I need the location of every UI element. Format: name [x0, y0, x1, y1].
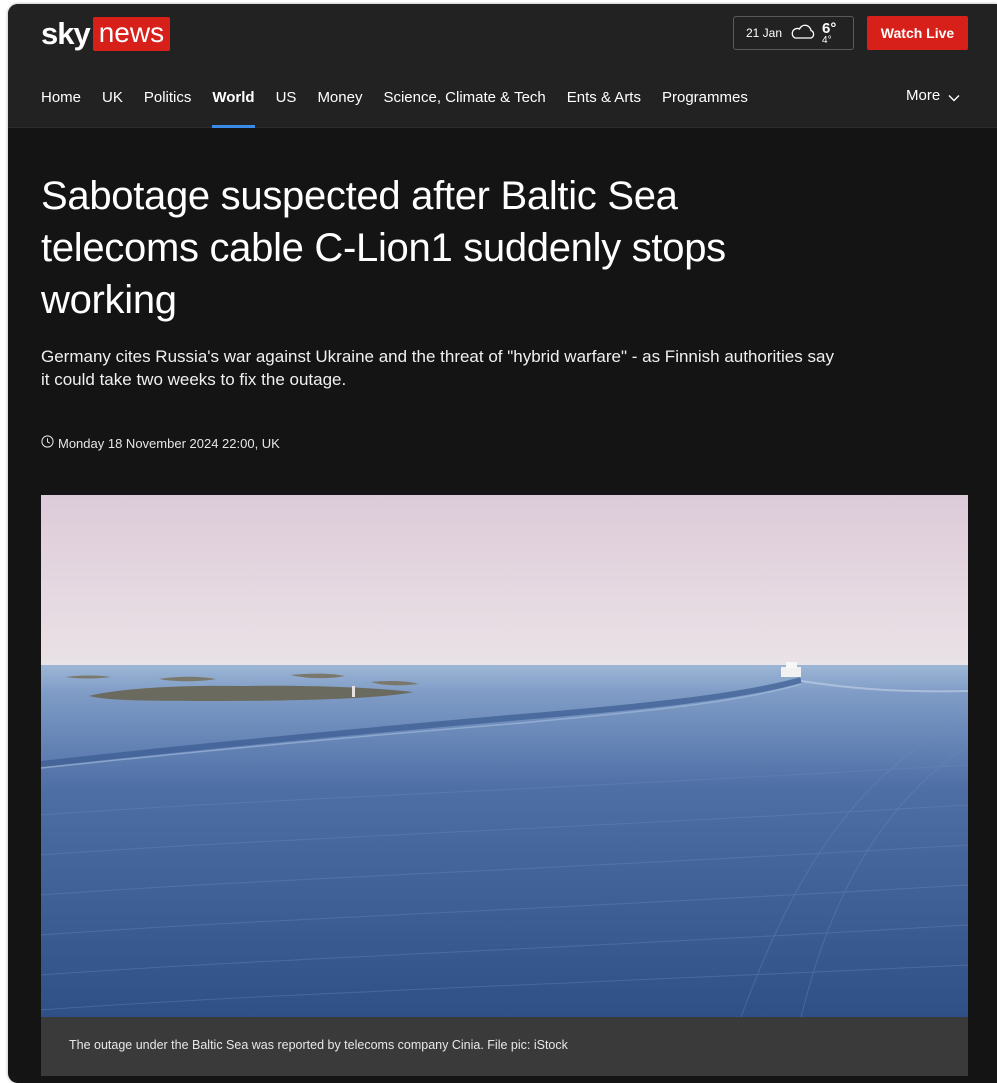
weather-date: 21 Jan — [746, 26, 783, 40]
cloud-icon — [790, 24, 816, 45]
weather-temps: 6° 4° — [822, 21, 836, 46]
watch-live-button[interactable]: Watch Live — [867, 16, 968, 50]
nav-item-ents-arts[interactable]: Ents & Arts — [567, 64, 641, 128]
weather-low: 4° — [822, 34, 832, 46]
chevron-down-icon — [948, 64, 960, 132]
article-headline: Sabotage suspected after Baltic Sea tele… — [41, 174, 726, 322]
weather-widget[interactable]: 21 Jan 6° 4° — [733, 16, 854, 50]
nav-item-world[interactable]: World — [212, 64, 255, 128]
main-nav: Home UK Politics World US Money Science,… — [8, 64, 997, 128]
page-frame: sky news 21 Jan 6° 4° Watch Live Home UK… — [8, 4, 997, 1083]
nav-item-science-climate-tech[interactable]: Science, Climate & Tech — [383, 64, 545, 128]
nav-item-home[interactable]: Home — [41, 64, 81, 128]
image-caption-bar: The outage under the Baltic Sea was repo… — [41, 1017, 968, 1076]
nav-item-money[interactable]: Money — [317, 64, 362, 128]
logo-sky-text: sky — [41, 16, 91, 51]
nav-item-us[interactable]: US — [276, 64, 297, 128]
top-bar: sky news 21 Jan 6° 4° Watch Live — [8, 4, 997, 64]
nav-more-button[interactable]: More — [906, 64, 960, 128]
logo-news-text: news — [92, 17, 171, 51]
nav-item-uk[interactable]: UK — [102, 64, 123, 128]
nav-item-politics[interactable]: Politics — [144, 64, 192, 128]
article-standfirst: Germany cites Russia's war against Ukrai… — [41, 347, 834, 389]
clock-icon — [41, 435, 54, 451]
image-caption: The outage under the Baltic Sea was repo… — [69, 1038, 568, 1052]
timestamp-text: Monday 18 November 2024 22:00, UK — [58, 435, 280, 451]
nav-item-programmes[interactable]: Programmes — [662, 64, 748, 128]
nav-more-label: More — [906, 87, 941, 104]
hero-image — [41, 495, 968, 1017]
article-timestamp: Monday 18 November 2024 22:00, UK — [41, 435, 280, 451]
nav-list: Home UK Politics World US Money Science,… — [41, 64, 769, 128]
sky-news-logo[interactable]: sky news — [41, 16, 171, 52]
weather-high: 6° — [822, 19, 837, 37]
